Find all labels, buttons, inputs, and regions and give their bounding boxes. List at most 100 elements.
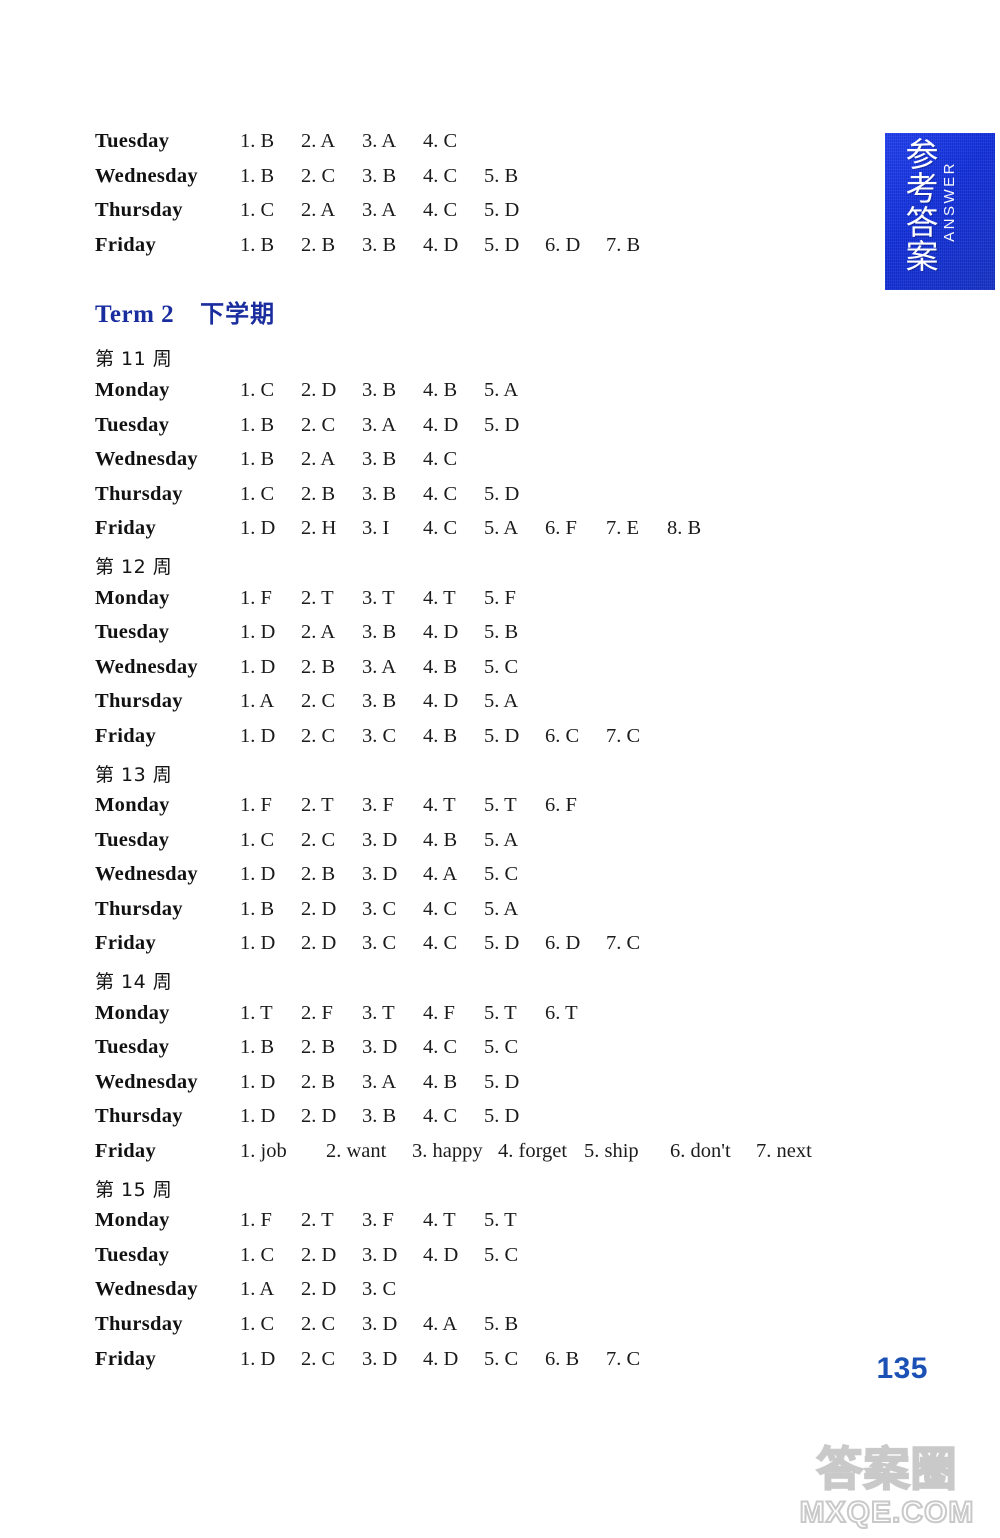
answer-item: 1. T (240, 1001, 273, 1024)
week-section: 第 13 周 Monday 1. F 2. T 3. F 4. T 5. T 6. F Tues… (95, 760, 895, 968)
day-label-wednesday: Wednesday (95, 1070, 198, 1093)
day-label-monday: Monday (95, 586, 170, 609)
answer-item: 5. D (484, 413, 520, 436)
answer-side-tab: 参考答案 ANSWER (885, 133, 995, 290)
answer-item: 3. D (362, 828, 398, 851)
day-label-friday: Friday (95, 233, 157, 256)
answer-item: 1. F (240, 1209, 272, 1232)
answer-item: 1. B (240, 448, 275, 471)
continued-week-block: Tuesday 1. B 2. A 3. A 4. C Wednesday 1. B 2. C… (95, 130, 895, 268)
answer-item: 4. T (423, 586, 456, 609)
answer-item: 7. E (606, 517, 640, 540)
answer-row: Wednesday 1. A 2. D 3. C (95, 1278, 895, 1313)
answer-item: 5. B (484, 1313, 519, 1335)
answer-item: 5. B (484, 621, 519, 644)
answer-item: 3. T (362, 586, 395, 609)
day-label-friday: Friday (95, 724, 157, 747)
answer-item: 3. B (362, 164, 397, 187)
answer-row: Tuesday 1. C 2. C 3. D 4. B 5. A (95, 829, 895, 864)
answer-key-content: Tuesday 1. B 2. A 3. A 4. C Wednesday 1. B 2. C… (95, 130, 895, 1382)
day-label-tuesday: Tuesday (95, 828, 170, 851)
answer-item: 7. C (606, 1347, 641, 1370)
answer-item: 2. C (301, 828, 336, 851)
answer-item: 1. B (240, 413, 275, 436)
answer-item: 2. B (301, 482, 336, 505)
term-heading: Term 2 下学期 (95, 294, 895, 334)
answer-row: Tuesday 1. C 2. D 3. D 4. D 5. C (95, 1244, 895, 1279)
answer-item: 1. C (240, 482, 275, 505)
answer-item: 1. F (240, 586, 272, 609)
answer-row: Thursday 1. A 2. C 3. B 4. D 5. A (95, 690, 895, 725)
answer-item: 4. C (423, 482, 458, 505)
answer-list: 1. F 2. T 3. F 4. T 5. T (240, 1209, 895, 1232)
answer-list: 1. T 2. F 3. T 4. F 5. T 6. T (240, 1002, 895, 1025)
answer-item: 2. D (301, 378, 337, 401)
answer-item: 6. T (545, 1001, 578, 1024)
answer-item: 3. A (362, 130, 397, 152)
answer-item: 4. B (423, 1070, 458, 1093)
day-label-friday: Friday (95, 1347, 157, 1370)
answer-item: 2. T (301, 586, 334, 609)
answer-item: 4. C (423, 1036, 458, 1059)
answer-item: 5. ship (584, 1140, 639, 1163)
answer-item: 1. C (240, 1243, 275, 1266)
answer-item: 1. D (240, 1070, 276, 1093)
answer-item: 4. D (423, 1243, 459, 1266)
answer-item: 4. C (423, 1105, 458, 1128)
answer-item: 6. D (545, 233, 581, 256)
answer-list: 1. D 2. B 3. A 4. B 5. D (240, 1071, 895, 1094)
week-heading: 第 14 周 (95, 971, 173, 994)
answer-item: 3. D (362, 1243, 398, 1266)
answer-item: 1. D (240, 621, 276, 644)
answer-item: 5. A (484, 378, 519, 401)
answer-item: 1. B (240, 130, 275, 152)
day-label-thursday: Thursday (95, 1313, 183, 1335)
answer-item: 4. C (423, 932, 458, 955)
answer-item: 2. T (301, 794, 334, 817)
answer-item: 5. D (484, 233, 520, 256)
answer-list: 1. D 2. D 3. B 4. C 5. D (240, 1105, 895, 1128)
day-label-tuesday: Tuesday (95, 413, 170, 436)
answer-row: Friday 1. D 2. D 3. C 4. C 5. D 6. D 7. C (95, 932, 895, 967)
answer-item: 1. B (240, 233, 275, 256)
answer-item: 7. C (606, 724, 641, 747)
answer-item: 2. A (301, 130, 336, 152)
answer-row: Tuesday 1. B 2. C 3. A 4. D 5. D (95, 414, 895, 449)
day-label-tuesday: Tuesday (95, 621, 170, 644)
answer-list: 1. D 2. C 3. C 4. B 5. D 6. C 7. C (240, 725, 895, 748)
answer-row: Monday 1. F 2. T 3. F 4. T 5. T 6. F (95, 794, 895, 829)
answer-item: 3. happy (412, 1140, 483, 1163)
answer-list: 1. D 2. D 3. C 4. C 5. D 6. D 7. C (240, 932, 895, 955)
answer-item: 1. D (240, 517, 276, 540)
week-section: 第 14 周 Monday 1. T 2. F 3. T 4. F 5. T 6. T Tues… (95, 967, 895, 1175)
answer-item: 5. C (484, 655, 519, 678)
answer-item: 3. B (362, 378, 397, 401)
week-section: 第 15 周 Monday 1. F 2. T 3. F 4. T 5. T Tuesday 1… (95, 1175, 895, 1383)
answer-list: 1. B 2. C 3. B 4. C 5. B (240, 165, 895, 188)
answer-item: 3. A (362, 413, 397, 436)
answer-item: 5. D (484, 1070, 520, 1093)
answer-row: Wednesday 1. B 2. A 3. B 4. C (95, 448, 895, 483)
answer-item: 2. D (301, 1105, 337, 1128)
answer-item: 3. C (362, 724, 397, 747)
answer-item: 2. C (301, 1313, 336, 1335)
answer-item: 3. A (362, 655, 397, 678)
answer-list: 1. job 2. want 3. happy 4. forget 5. ship 6. … (240, 1140, 895, 1163)
week-section: 第 11 周 Monday 1. C 2. D 3. B 4. B 5. A Tuesday 1… (95, 344, 895, 552)
answer-list: 1. D 2. A 3. B 4. D 5. B (240, 621, 895, 644)
answer-item: 1. B (240, 897, 275, 920)
answer-item: 3. F (362, 1209, 394, 1232)
answer-item: 6. D (545, 932, 581, 955)
answer-item: 1. D (240, 863, 276, 886)
day-label-monday: Monday (95, 794, 170, 817)
answer-item: 5. D (484, 1105, 520, 1128)
answer-item: 1. A (240, 690, 275, 713)
day-label-monday: Monday (95, 1001, 170, 1024)
answer-list: 1. C 2. B 3. B 4. C 5. D (240, 483, 895, 506)
answer-row: Monday 1. C 2. D 3. B 4. B 5. A (95, 379, 895, 414)
answer-list: 1. B 2. D 3. C 4. C 5. A (240, 898, 895, 921)
answer-item: 2. D (301, 1278, 337, 1301)
answer-item: 3. B (362, 1105, 397, 1128)
answer-list: 1. D 2. C 3. D 4. D 5. C 6. B 7. C (240, 1348, 895, 1371)
answer-item: 5. A (484, 897, 519, 920)
